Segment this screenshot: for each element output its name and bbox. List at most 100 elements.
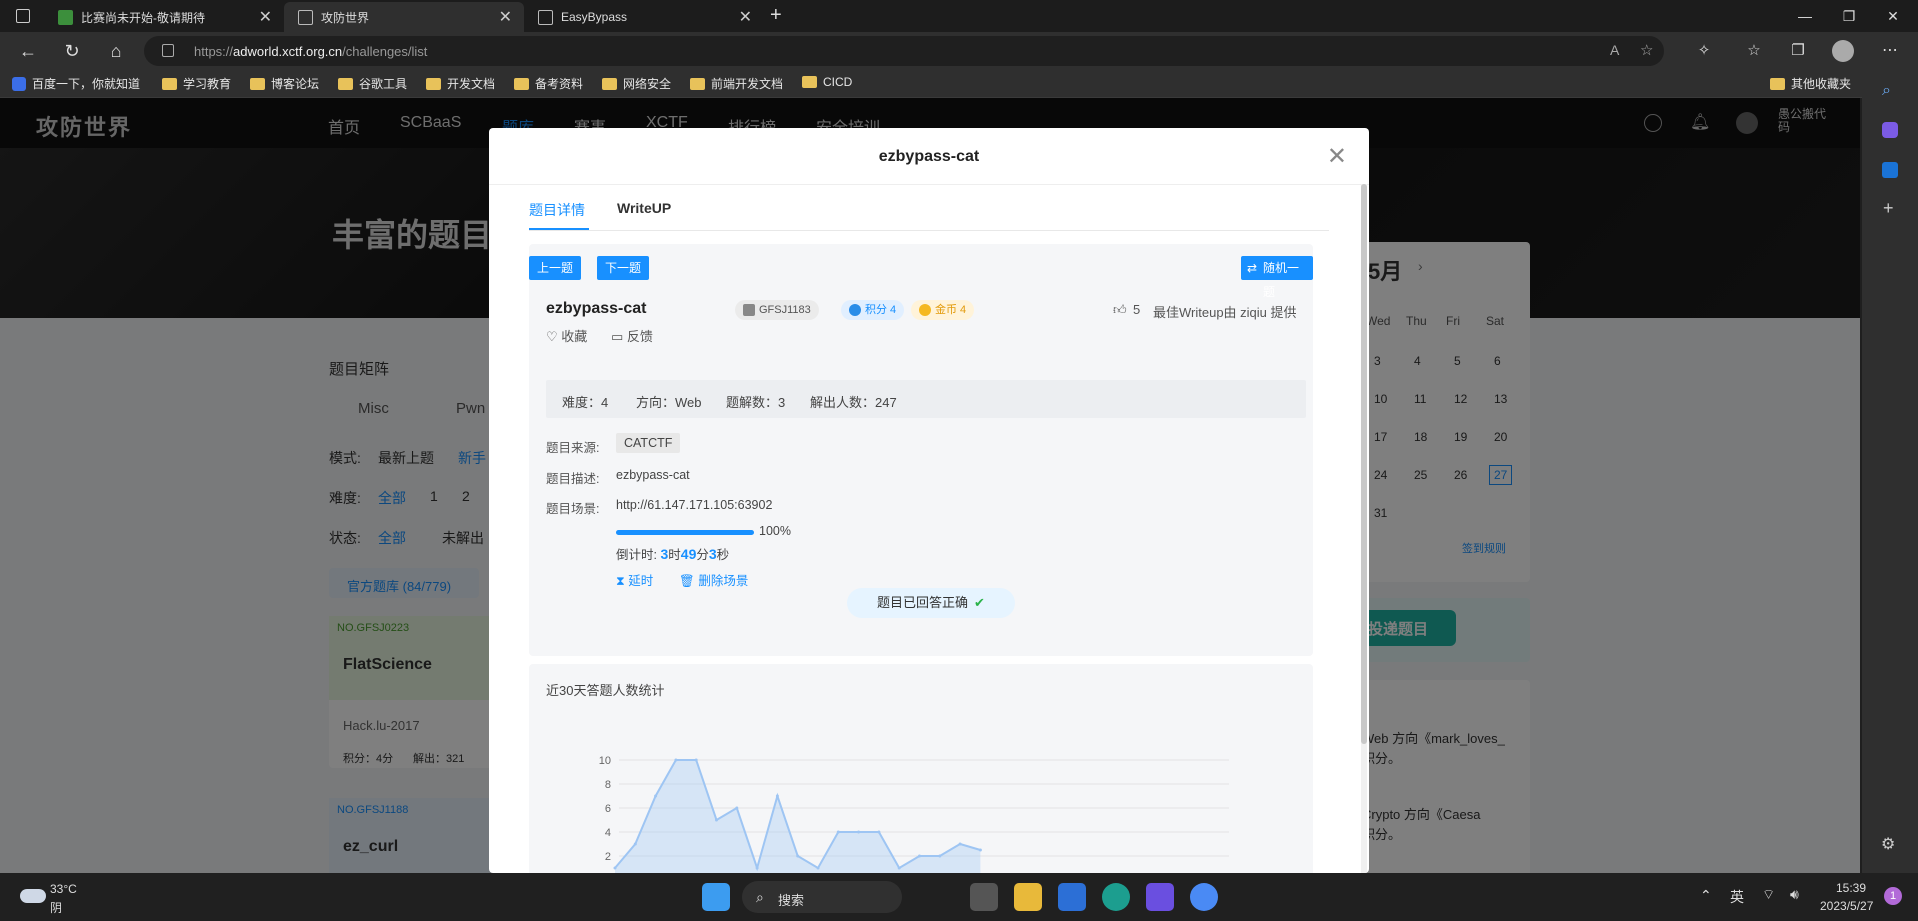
bookmark-folder[interactable]: 开发文档: [426, 75, 495, 92]
home-icon[interactable]: ⌂: [104, 39, 128, 63]
source-tag: CATCTF: [616, 433, 681, 453]
tab-details[interactable]: 题目详情: [529, 200, 585, 220]
data-point[interactable]: [694, 758, 698, 762]
new-tab-icon[interactable]: +: [770, 4, 782, 27]
random-button[interactable]: ⇄ 随机一题: [1241, 256, 1313, 299]
data-point[interactable]: [897, 866, 901, 870]
bookmark-baidu[interactable]: 百度一下，你就知道: [12, 75, 140, 92]
tab-adworld[interactable]: 攻防世界 ✕: [284, 2, 524, 32]
data-point[interactable]: [654, 794, 658, 798]
other-bookmarks[interactable]: 其他收藏夹: [1770, 75, 1851, 92]
scene-url[interactable]: http://61.147.171.105:63902: [616, 498, 772, 512]
best-writeup[interactable]: 最佳Writeup由 ziqiu 提供: [1153, 302, 1297, 321]
more-menu-icon[interactable]: ⋯: [1878, 39, 1902, 63]
bolt-app-icon[interactable]: [1146, 883, 1174, 911]
data-point[interactable]: [978, 848, 982, 852]
weather-temp[interactable]: 33°C: [50, 882, 77, 896]
close-window-icon[interactable]: ✕: [1870, 0, 1916, 32]
taskbar-search[interactable]: ⌕ 搜索: [742, 881, 902, 913]
bookmark-folder[interactable]: 学习教育: [162, 75, 231, 92]
folder-icon: [802, 76, 817, 88]
delete-scene-button[interactable]: 🗑︎ 删除场景: [679, 570, 748, 589]
tab-writeup[interactable]: WriteUP: [617, 200, 671, 216]
data-point[interactable]: [796, 854, 800, 858]
data-point[interactable]: [715, 818, 718, 822]
prev-button[interactable]: 上一题: [529, 256, 582, 280]
data-point[interactable]: [938, 854, 942, 858]
data-point[interactable]: [816, 866, 820, 870]
add-icon[interactable]: +: [1883, 198, 1894, 219]
store-icon[interactable]: [1058, 883, 1086, 911]
minimize-icon[interactable]: —: [1782, 0, 1828, 32]
bookmark-folder[interactable]: 网络安全: [602, 75, 671, 92]
desc-value: ezbypass-cat: [616, 468, 690, 482]
favorite-button[interactable]: ♡ 收藏: [546, 326, 587, 345]
profile-avatar[interactable]: [1832, 40, 1854, 62]
data-point[interactable]: [674, 758, 678, 762]
data-point[interactable]: [857, 830, 861, 834]
y-tick-label: 10: [599, 755, 611, 767]
chrome-icon[interactable]: [1190, 883, 1218, 911]
back-icon[interactable]: ←: [16, 39, 40, 63]
data-point[interactable]: [958, 842, 962, 846]
modal-scrollbar[interactable]: [1361, 184, 1367, 873]
extend-button[interactable]: ⧗ 延时: [616, 570, 653, 589]
weather-icon[interactable]: [20, 889, 46, 903]
folder-icon: [690, 77, 705, 90]
copilot-icon[interactable]: [1882, 122, 1898, 138]
tab-match[interactable]: 比赛尚未开始-敬请期待 ✕: [44, 2, 284, 32]
task-view-icon[interactable]: [970, 883, 998, 911]
wifi-icon[interactable]: ⌔: [1762, 886, 1775, 904]
data-point[interactable]: [633, 842, 637, 846]
tab-favicon-icon: [538, 9, 553, 25]
tab-title: 攻防世界: [321, 10, 370, 25]
tab-easybypass[interactable]: EasyBypass ✕: [524, 2, 764, 32]
refresh-icon[interactable]: ↻: [60, 39, 84, 63]
settings-gear-icon[interactable]: ⚙: [1881, 834, 1895, 854]
volume-icon[interactable]: 🔊︎: [1790, 886, 1799, 903]
clock-date[interactable]: 2023/5/27: [1820, 899, 1873, 913]
file-explorer-icon[interactable]: [1014, 883, 1042, 911]
data-point[interactable]: [877, 830, 881, 834]
scrollbar-thumb[interactable]: [1361, 184, 1367, 744]
extensions-icon[interactable]: ✧: [1692, 39, 1716, 63]
data-point[interactable]: [735, 806, 739, 810]
outlook-icon[interactable]: [1882, 162, 1898, 178]
data-point[interactable]: [918, 854, 921, 858]
data-point[interactable]: [613, 866, 617, 870]
clock-time[interactable]: 15:39: [1836, 881, 1866, 895]
next-button[interactable]: 下一题: [597, 256, 650, 280]
bookmark-folder[interactable]: 谷歌工具: [338, 75, 407, 92]
navigation-bar: ← ↻ ⌂ https://adworld.xctf.org.cn/challe…: [0, 32, 1918, 70]
search-icon[interactable]: ⌕: [1882, 82, 1891, 100]
bookmark-folder[interactable]: 博客论坛: [250, 75, 319, 92]
data-point[interactable]: [836, 830, 840, 834]
edge-icon[interactable]: [1102, 883, 1130, 911]
lock-icon: [162, 44, 174, 57]
favorites-icon[interactable]: ☆: [1742, 39, 1766, 63]
address-bar[interactable]: https://adworld.xctf.org.cn/challenges/l…: [144, 36, 1664, 66]
read-aloud-icon[interactable]: A: [1610, 42, 1619, 58]
feedback-button[interactable]: ▭ 反馈: [611, 326, 653, 345]
restore-icon[interactable]: ❐: [1826, 0, 1872, 32]
search-icon: ⌕: [756, 889, 764, 905]
tab-close-icon[interactable]: ✕: [259, 7, 272, 27]
bookmark-folder[interactable]: 前端开发文档: [690, 75, 783, 92]
notification-badge[interactable]: 1: [1884, 887, 1902, 905]
chevron-up-icon[interactable]: ⌃: [1700, 887, 1712, 904]
tab-close-icon[interactable]: ✕: [499, 7, 512, 27]
tab-close-icon[interactable]: ✕: [739, 7, 752, 27]
start-icon[interactable]: [702, 883, 730, 911]
tab-title: EasyBypass: [561, 10, 628, 24]
favorite-star-icon[interactable]: ☆: [1640, 41, 1653, 59]
bookmark-folder[interactable]: 备考资料: [514, 75, 583, 92]
bookmark-folder[interactable]: CICD: [802, 75, 852, 89]
collections-icon[interactable]: ❐: [1786, 39, 1810, 63]
tab-actions-icon[interactable]: [16, 9, 30, 23]
ime-indicator[interactable]: 英: [1730, 887, 1744, 907]
data-point[interactable]: [775, 794, 779, 798]
close-icon[interactable]: ✕: [1327, 142, 1347, 171]
coins-tag: 金币 4: [911, 300, 975, 320]
like-icon[interactable]: 👍︎: [1113, 302, 1127, 318]
data-point[interactable]: [755, 866, 759, 870]
